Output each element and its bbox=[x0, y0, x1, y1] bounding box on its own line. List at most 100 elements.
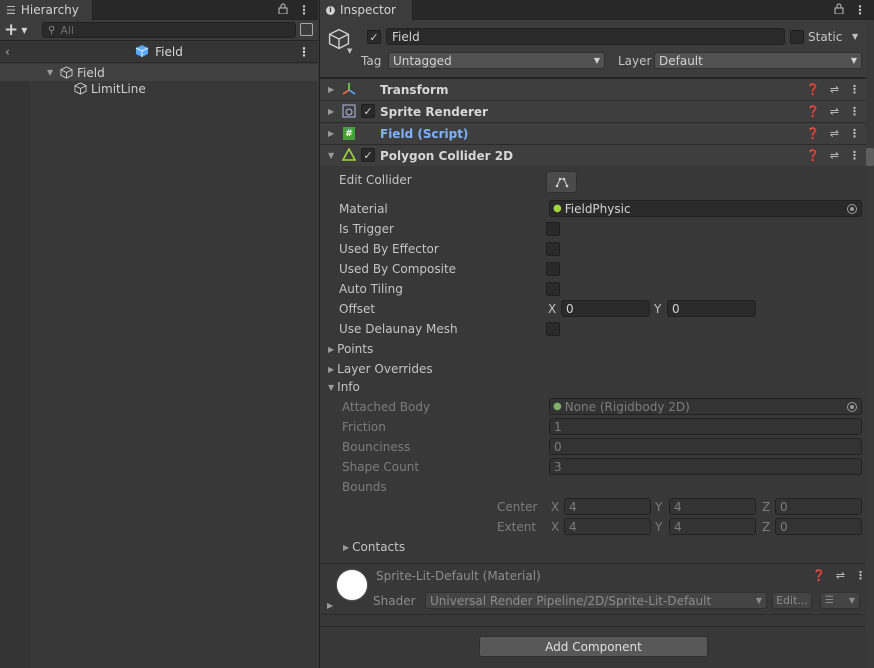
expand-triangle-icon[interactable]: ▶ bbox=[328, 129, 334, 138]
lock-icon[interactable] bbox=[834, 3, 844, 17]
collapse-triangle-icon[interactable]: ▼ bbox=[47, 68, 53, 77]
preset-icon[interactable]: ⇌ bbox=[830, 105, 839, 118]
static-dropdown-icon[interactable]: ▼ bbox=[852, 32, 858, 41]
help-icon[interactable]: ❓ bbox=[806, 149, 820, 162]
shader-dropdown[interactable]: Universal Render Pipeline/2D/Sprite-Lit-… bbox=[425, 592, 767, 609]
used-by-composite-label: Used By Composite bbox=[339, 262, 457, 276]
scene-header[interactable]: ‹ Field ⋮ bbox=[0, 42, 318, 63]
hierarchy-tab-menu: ⋮ bbox=[278, 0, 310, 20]
offset-label: Offset bbox=[339, 302, 376, 316]
layer-overrides-foldout[interactable]: ▶ Layer Overrides bbox=[328, 362, 433, 376]
extent-z-axis-label: Z bbox=[762, 520, 771, 534]
friction-label: Friction bbox=[342, 420, 386, 434]
component-actions: ❓ ⇌ ⋮ bbox=[806, 127, 860, 140]
kebab-menu-icon[interactable]: ⋮ bbox=[849, 127, 860, 140]
offset-x-value: 0 bbox=[566, 301, 574, 316]
component-sprite-renderer[interactable]: ▶ ✓ Sprite Renderer ❓ ⇌ ⋮ bbox=[320, 100, 866, 122]
expand-triangle-icon[interactable]: ▶ bbox=[328, 107, 334, 116]
expand-triangle-icon[interactable]: ▶ bbox=[327, 601, 333, 610]
shader-options-dropdown[interactable]: ☰ ▼ bbox=[820, 592, 860, 609]
help-icon[interactable]: ❓ bbox=[806, 83, 820, 96]
preset-icon[interactable]: ⇌ bbox=[836, 569, 845, 582]
hierarchy-panel: ☰ Hierarchy ⋮ + ▼ ⚲ All ‹ Field ⋮ ▼ Fiel… bbox=[0, 0, 318, 668]
points-foldout[interactable]: ▶ Points bbox=[328, 342, 373, 356]
used-by-effector-checkbox[interactable] bbox=[546, 242, 560, 256]
icon-dropdown-arrow[interactable]: ▼ bbox=[347, 47, 352, 55]
static-checkbox[interactable] bbox=[790, 30, 804, 44]
offset-y-input[interactable]: 0 bbox=[667, 300, 756, 317]
kebab-menu-icon[interactable]: ⋮ bbox=[849, 105, 860, 118]
center-y-axis-label: Y bbox=[655, 500, 663, 514]
layer-value: Default bbox=[659, 53, 703, 68]
tab-hierarchy[interactable]: ☰ Hierarchy bbox=[0, 0, 93, 20]
add-dropdown-button[interactable]: + ▼ bbox=[4, 21, 27, 39]
shape-count-field: 3 bbox=[549, 458, 862, 475]
center-x-axis-label: X bbox=[551, 500, 560, 514]
preset-icon[interactable]: ⇌ bbox=[830, 127, 839, 140]
tag-value: Untagged bbox=[393, 53, 452, 68]
enabled-checkbox[interactable]: ✓ bbox=[361, 148, 375, 162]
add-component-label: Add Component bbox=[545, 639, 642, 654]
shape-count-value: 3 bbox=[554, 459, 562, 474]
kebab-menu-icon[interactable]: ⋮ bbox=[298, 45, 310, 59]
help-icon[interactable]: ❓ bbox=[806, 105, 820, 118]
enabled-checkbox[interactable]: ✓ bbox=[361, 104, 375, 118]
kebab-menu-icon[interactable]: ⋮ bbox=[854, 3, 866, 17]
tag-dropdown[interactable]: Untagged ▼ bbox=[388, 52, 605, 69]
kebab-menu-icon[interactable]: ⋮ bbox=[849, 83, 860, 96]
hierarchy-item-field[interactable]: ▼ Field bbox=[0, 64, 318, 81]
collapse-triangle-icon[interactable]: ▼ bbox=[328, 151, 334, 160]
component-transform[interactable]: ▶ Transform ❓ ⇌ ⋮ bbox=[320, 78, 866, 100]
edit-shape-icon bbox=[555, 177, 568, 188]
offset-x-input[interactable]: 0 bbox=[561, 300, 650, 317]
material-preview-icon bbox=[336, 569, 368, 601]
kebab-menu-icon[interactable]: ⋮ bbox=[298, 3, 310, 17]
shader-edit-button[interactable]: Edit... bbox=[772, 592, 812, 609]
used-by-effector-label: Used By Effector bbox=[339, 242, 439, 256]
component-polygon-collider-2d[interactable]: ▼ ✓ Polygon Collider 2D ❓ ⇌ ⋮ bbox=[320, 144, 866, 166]
component-field-script[interactable]: ▶ # Field (Script) ❓ ⇌ ⋮ bbox=[320, 122, 866, 144]
used-by-composite-checkbox[interactable] bbox=[546, 262, 560, 276]
expand-triangle-icon[interactable]: ▶ bbox=[328, 85, 334, 94]
material-field[interactable]: ● FieldPhysic bbox=[549, 200, 862, 217]
hierarchy-item-limitline[interactable]: LimitLine bbox=[0, 80, 318, 97]
hierarchy-item-label: LimitLine bbox=[91, 81, 146, 96]
info-foldout[interactable]: ▼ Info bbox=[328, 380, 360, 394]
scroll-thumb[interactable] bbox=[866, 148, 874, 166]
attached-body-label: Attached Body bbox=[342, 400, 431, 414]
extent-y-field: 4 bbox=[669, 518, 756, 535]
layer-dropdown[interactable]: Default ▼ bbox=[654, 52, 862, 69]
edit-collider-button[interactable] bbox=[546, 171, 577, 193]
is-trigger-checkbox[interactable] bbox=[546, 222, 560, 236]
info-icon: i bbox=[326, 5, 335, 15]
object-picker-icon bbox=[847, 402, 857, 412]
component-title: Field (Script) bbox=[380, 126, 469, 141]
kebab-menu-icon[interactable]: ⋮ bbox=[849, 149, 860, 162]
use-delaunay-checkbox[interactable] bbox=[546, 322, 560, 336]
preset-icon[interactable]: ⇌ bbox=[830, 83, 839, 96]
inspector-panel: i Inspector ⋮ ▼ ✓ Field Static ▼ Tag Unt… bbox=[319, 0, 874, 668]
preset-icon[interactable]: ⇌ bbox=[830, 149, 839, 162]
friction-value: 1 bbox=[554, 419, 562, 434]
tab-inspector[interactable]: i Inspector bbox=[320, 0, 413, 20]
chevron-down-icon: ▼ bbox=[593, 56, 600, 65]
scene-visibility-icon[interactable] bbox=[300, 23, 313, 36]
contacts-foldout[interactable]: ▶ Contacts bbox=[343, 540, 405, 554]
back-chevron-icon[interactable]: ‹ bbox=[5, 45, 10, 59]
bounciness-value: 0 bbox=[554, 439, 562, 454]
inspector-scrollbar[interactable] bbox=[866, 20, 874, 668]
active-checkbox[interactable]: ✓ bbox=[367, 30, 381, 44]
bounciness-field: 0 bbox=[549, 438, 862, 455]
chevron-down-icon: ▼ bbox=[755, 596, 762, 605]
auto-tiling-checkbox[interactable] bbox=[546, 282, 560, 296]
help-icon[interactable]: ❓ bbox=[812, 569, 826, 582]
kebab-menu-icon[interactable]: ⋮ bbox=[855, 569, 866, 582]
add-component-button[interactable]: Add Component bbox=[479, 636, 708, 657]
tree-gutter bbox=[0, 64, 30, 668]
object-name-input[interactable]: Field bbox=[386, 28, 785, 45]
help-icon[interactable]: ❓ bbox=[806, 127, 820, 140]
hierarchy-search-input[interactable]: ⚲ All bbox=[42, 22, 296, 38]
object-picker-icon[interactable] bbox=[847, 204, 857, 214]
lock-icon[interactable] bbox=[278, 3, 288, 17]
gameobject-header: ▼ ✓ Field Static ▼ Tag Untagged ▼ Layer … bbox=[320, 20, 874, 78]
